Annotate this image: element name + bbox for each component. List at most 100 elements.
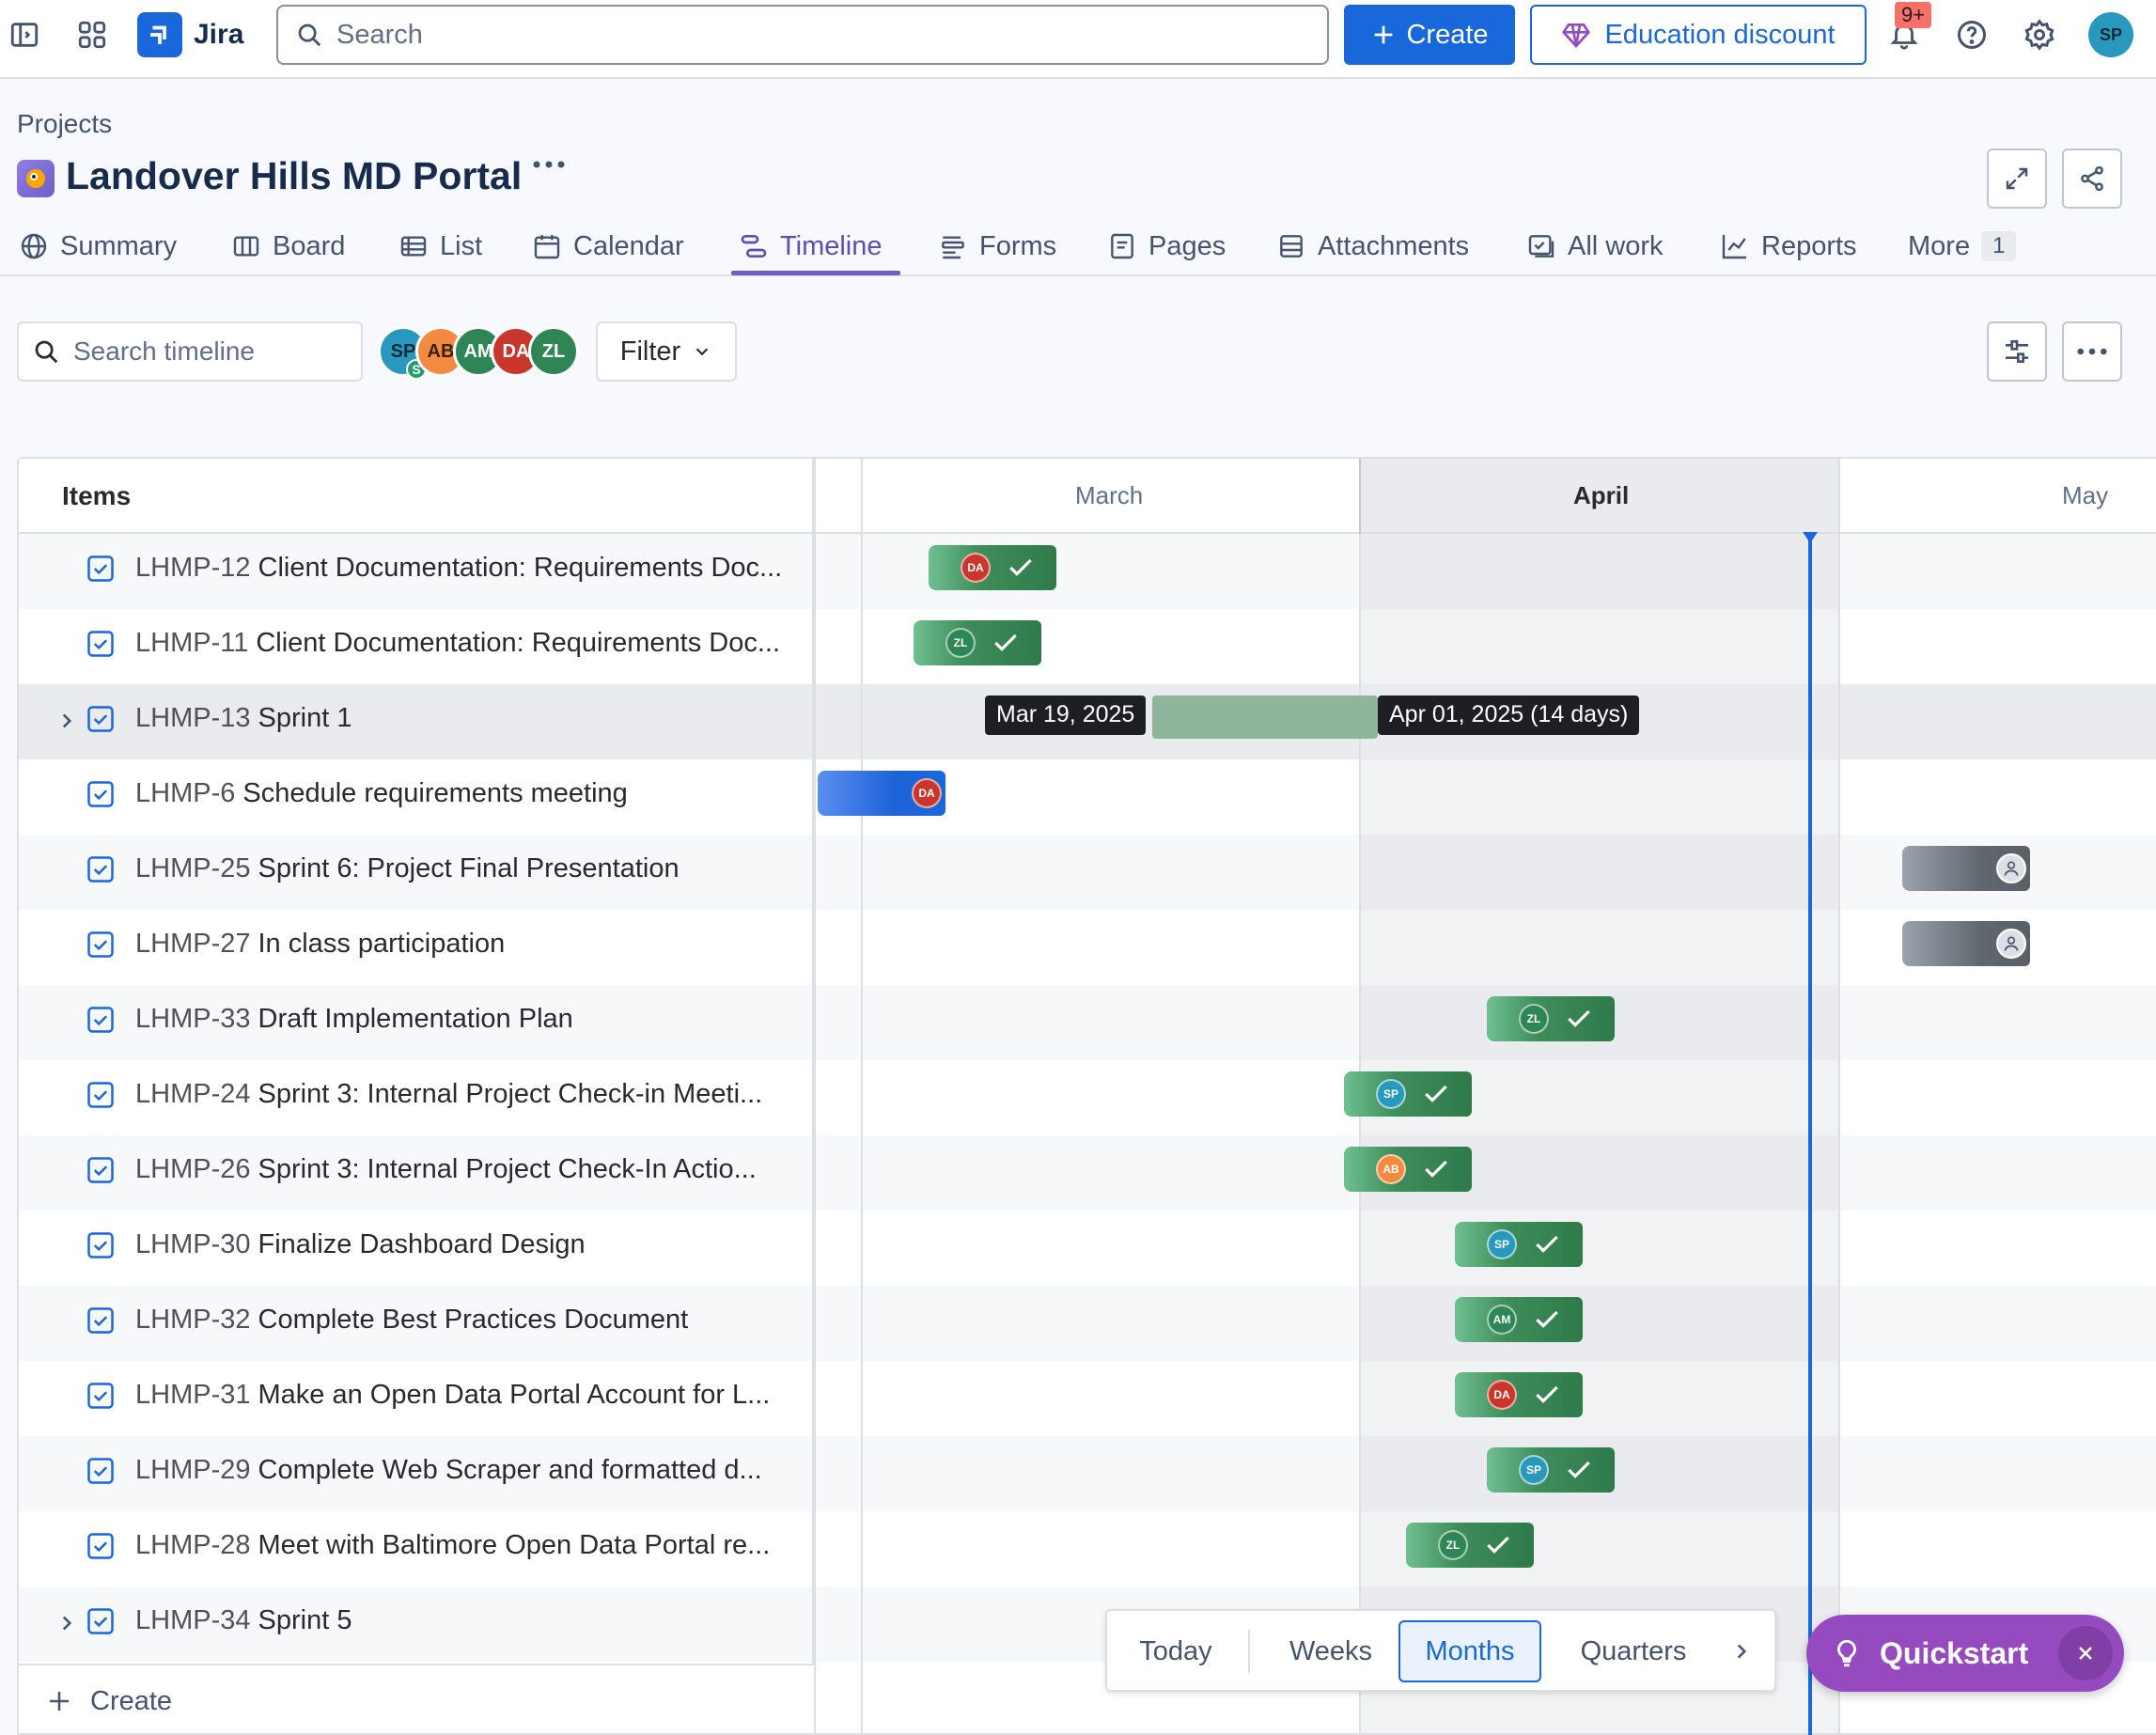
timeline-bar[interactable]: SP xyxy=(1455,1222,1583,1267)
sidebar-toggle-icon[interactable] xyxy=(2,12,47,57)
panel-resize-handle[interactable] xyxy=(812,459,816,1733)
months-button[interactable]: Months xyxy=(1398,1620,1541,1682)
list-item[interactable]: LHMP-25 Sprint 6: Project Final Presentat… xyxy=(86,853,680,884)
help-icon[interactable] xyxy=(1949,12,1994,57)
tab-list[interactable]: List xyxy=(398,226,482,267)
timeline-bar[interactable]: ZL xyxy=(1406,1523,1534,1568)
list-item[interactable]: LHMP-27 In class participation xyxy=(86,929,505,960)
weeks-button[interactable]: Weeks xyxy=(1269,1620,1393,1682)
breadcrumb-projects[interactable]: Projects xyxy=(17,109,112,139)
timeline-bar[interactable]: ZL xyxy=(914,620,1041,665)
month-label-may: May xyxy=(2062,481,2109,509)
task-checkbox-icon xyxy=(87,1081,114,1108)
global-search-input[interactable]: Search xyxy=(276,5,1329,65)
close-icon[interactable] xyxy=(2058,1626,2113,1680)
timeline-bar[interactable] xyxy=(1902,921,2030,966)
all-work-icon xyxy=(1528,235,1555,258)
list-item[interactable]: LHMP-12 Client Documentation: Requirement… xyxy=(86,553,782,584)
tab-calendar[interactable]: Calendar xyxy=(532,226,684,267)
app-name[interactable]: Jira xyxy=(194,19,243,51)
issue-title: Finalize Dashboard Design xyxy=(258,1229,586,1259)
filter-button[interactable]: Filter xyxy=(596,321,737,382)
task-checkbox-icon xyxy=(87,555,114,582)
timeline-bar[interactable]: DA xyxy=(818,771,945,816)
tab-reports[interactable]: Reports xyxy=(1720,226,1857,267)
timeline-bar[interactable]: AB xyxy=(1344,1147,1472,1192)
tab-forms[interactable]: Forms xyxy=(938,226,1056,267)
quickstart-button[interactable]: Quickstart xyxy=(1806,1615,2124,1692)
user-avatar[interactable]: SP xyxy=(2088,12,2133,57)
share-icon xyxy=(2081,165,2103,192)
quarters-button[interactable]: Quarters xyxy=(1553,1620,1714,1682)
view-settings-button[interactable] xyxy=(1987,321,2047,382)
tab-all-work[interactable]: All work xyxy=(1526,226,1664,267)
filter-avatar-zl[interactable]: ZL xyxy=(528,326,579,377)
assignee-avatar: ZL xyxy=(1438,1530,1468,1560)
tab-pages[interactable]: Pages xyxy=(1107,226,1226,267)
timeline-bar[interactable]: ZL xyxy=(1487,996,1615,1041)
expand-chevron-icon[interactable] xyxy=(55,709,79,733)
settings-gear-icon[interactable] xyxy=(2017,12,2062,57)
timeline-bar[interactable]: SP xyxy=(1344,1071,1472,1117)
create-button-label: Create xyxy=(1406,19,1489,50)
project-avatar-icon xyxy=(17,160,55,197)
list-item[interactable]: LHMP-24 Sprint 3: Internal Project Check-… xyxy=(86,1079,762,1110)
tab-summary[interactable]: Summary xyxy=(19,226,177,267)
expand-chevron-icon[interactable] xyxy=(55,1611,79,1635)
diamond-icon xyxy=(1562,23,1591,48)
fullscreen-button[interactable] xyxy=(1987,148,2047,209)
share-button[interactable] xyxy=(2062,148,2122,209)
more-count-badge: 1 xyxy=(1981,231,2017,261)
list-item[interactable]: LHMP-30 Finalize Dashboard Design xyxy=(86,1229,586,1260)
timeline-bar[interactable]: AM xyxy=(1455,1297,1583,1342)
tab-more[interactable]: More 1 xyxy=(1908,226,2017,267)
timeline-more-button[interactable] xyxy=(2062,321,2122,382)
timeline-bar[interactable]: SP xyxy=(1487,1447,1615,1493)
list-item[interactable]: LHMP-28 Meet with Baltimore Open Data Por… xyxy=(86,1530,770,1561)
tab-timeline[interactable]: Timeline xyxy=(739,226,883,267)
timeline-bar[interactable]: DA xyxy=(1455,1372,1583,1417)
list-item[interactable]: LHMP-6 Schedule requirements meeting xyxy=(86,778,628,809)
list-item[interactable]: LHMP-32 Complete Best Practices Document xyxy=(86,1305,688,1336)
create-button[interactable]: Create xyxy=(1344,5,1515,65)
issue-key: LHMP-13 xyxy=(135,703,251,733)
timeline-bar[interactable] xyxy=(1902,846,2030,891)
chevron-right-icon[interactable] xyxy=(1718,1620,1765,1682)
timeline-bar[interactable]: DA xyxy=(929,545,1056,590)
app-switcher-icon[interactable] xyxy=(70,12,115,57)
search-icon xyxy=(35,340,58,364)
reports-chart-icon xyxy=(1722,235,1746,259)
education-discount-button[interactable]: Education discount xyxy=(1530,5,1867,65)
list-item[interactable]: LHMP-29 Complete Web Scraper and formatte… xyxy=(86,1455,762,1486)
list-item[interactable]: LHMP-34 Sprint 5 xyxy=(86,1605,352,1636)
globe-icon xyxy=(21,233,47,259)
sprint-duration-bar[interactable] xyxy=(1152,696,1378,739)
list-item[interactable]: LHMP-26 Sprint 3: Internal Project Check-… xyxy=(86,1154,757,1185)
jira-logo-icon[interactable] xyxy=(137,12,182,57)
list-item[interactable]: LHMP-31 Make an Open Data Portal Account … xyxy=(86,1380,770,1411)
project-title: Landover Hills MD Portal xyxy=(66,154,523,197)
task-checkbox-icon xyxy=(87,1457,114,1484)
plus-icon xyxy=(50,1692,69,1711)
list-item[interactable]: LHMP-13 Sprint 1 xyxy=(86,703,352,734)
list-item[interactable]: LHMP-33 Draft Implementation Plan xyxy=(86,1004,573,1035)
issue-key: LHMP-32 xyxy=(135,1305,251,1335)
tab-label: Board xyxy=(273,230,346,261)
plus-icon xyxy=(1375,25,1393,44)
list-item[interactable]: LHMP-11 Client Documentation: Requirement… xyxy=(86,628,780,659)
timeline-search-input[interactable]: Search timeline xyxy=(17,321,363,382)
today-button[interactable]: Today xyxy=(1120,1620,1231,1682)
issue-key: LHMP-31 xyxy=(135,1380,251,1410)
project-more-actions-icon[interactable] xyxy=(532,160,566,169)
done-check-icon xyxy=(1487,1536,1509,1554)
task-checkbox-icon xyxy=(87,780,114,807)
assignee-avatar: AM xyxy=(1487,1305,1517,1335)
tab-label: Reports xyxy=(1761,230,1857,261)
tab-board[interactable]: Board xyxy=(231,226,345,267)
tab-attachments[interactable]: Attachments xyxy=(1276,226,1469,267)
issue-title: Make an Open Data Portal Account for L..… xyxy=(258,1380,771,1410)
assignee-avatar: AB xyxy=(1376,1154,1406,1184)
assignee-avatar: DA xyxy=(1487,1380,1517,1410)
create-item-button[interactable]: Create xyxy=(19,1664,814,1733)
issue-title: Meet with Baltimore Open Data Portal re.… xyxy=(258,1530,771,1560)
